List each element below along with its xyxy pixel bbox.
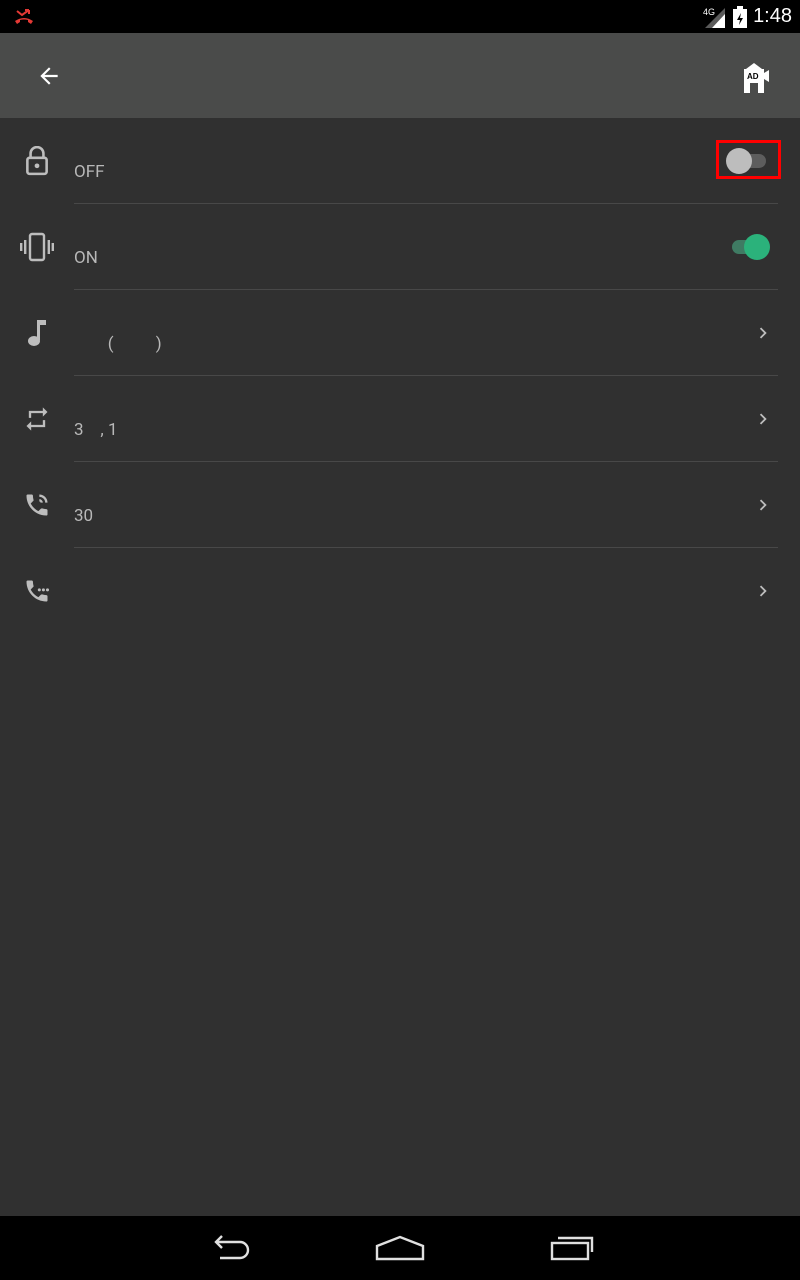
back-arrow-icon	[40, 67, 58, 85]
battery-icon	[733, 5, 748, 28]
home-nav-icon	[375, 1235, 425, 1261]
setting-subtext: 3 , 1	[74, 420, 118, 440]
chevron-right-icon	[759, 585, 767, 597]
chevron-right-icon	[759, 413, 767, 425]
setting-row-dialpad[interactable]	[0, 548, 800, 634]
back-button[interactable]	[26, 53, 72, 99]
chevron-right-icon	[759, 499, 767, 511]
setting-subtext: ON	[74, 248, 98, 268]
setting-subtext: OFF	[74, 162, 105, 182]
ad-block-icon: AD	[744, 63, 769, 93]
nav-home-button[interactable]	[368, 1228, 432, 1268]
clock: 1:48	[753, 5, 792, 27]
repeat-icon	[20, 402, 54, 436]
svg-text:4G: 4G	[703, 7, 715, 17]
status-bar: 4G 1:48	[0, 0, 800, 33]
navigation-bar	[0, 1216, 800, 1280]
vibrate-icon	[20, 230, 54, 264]
ad-block-button[interactable]: AD	[732, 53, 778, 99]
signal-icon: 4G	[703, 7, 726, 28]
setting-subtext: ( )	[74, 334, 162, 354]
svg-text:AD: AD	[747, 72, 759, 81]
missed-call-icon	[15, 9, 33, 24]
vibrate-toggle[interactable]	[726, 232, 770, 262]
setting-row-ringtone[interactable]: ( )	[0, 290, 800, 376]
recents-nav-icon	[550, 1236, 594, 1261]
phone-dialpad-icon	[20, 574, 54, 608]
phone-in-call-icon	[20, 488, 54, 522]
setting-subtext: 30	[74, 506, 94, 526]
toggle-thumb	[726, 148, 752, 174]
lock-toggle[interactable]	[726, 146, 770, 176]
toggle-thumb	[744, 234, 770, 260]
setting-row-vibrate[interactable]: ON	[0, 204, 800, 290]
music-note-icon	[20, 316, 54, 350]
back-nav-icon	[214, 1235, 250, 1260]
chevron-right-icon	[759, 327, 767, 339]
nav-recents-button[interactable]	[540, 1228, 604, 1268]
setting-row-call-duration[interactable]: 30	[0, 462, 800, 548]
app-bar: AD	[0, 33, 800, 118]
setting-row-repeat[interactable]: 3 , 1	[0, 376, 800, 462]
nav-back-button[interactable]	[198, 1228, 262, 1268]
setting-row-lock[interactable]: OFF	[0, 118, 800, 204]
lock-icon	[20, 144, 54, 178]
